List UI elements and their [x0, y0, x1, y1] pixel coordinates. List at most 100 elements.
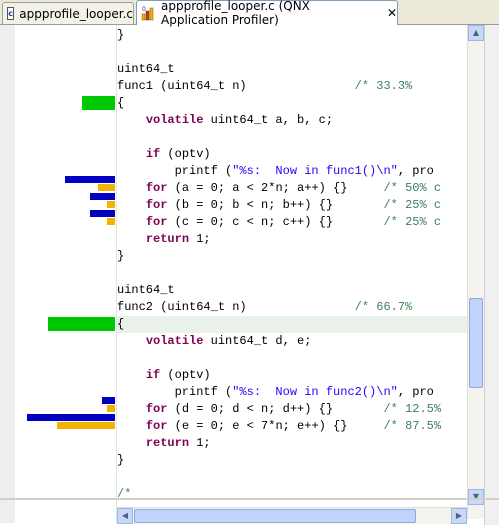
code-line[interactable]: volatile uint64_t d, e; [117, 333, 467, 350]
code-line[interactable] [117, 469, 467, 486]
code-line[interactable]: return 1; [117, 231, 467, 248]
code-token: for [145, 419, 168, 433]
horizontal-scroll-thumb[interactable] [134, 509, 416, 523]
tab-appprofile-looper-c[interactable]: c appprofile_looper.c [2, 2, 134, 24]
editor-tab-bar: c appprofile_looper.c 0 appprofile_loope… [0, 0, 499, 27]
code-token: , pro [397, 164, 434, 178]
close-tab-icon[interactable]: ✕ [387, 6, 397, 20]
vertical-scrollbar[interactable]: ▲ ▼ [467, 25, 484, 519]
code-line[interactable]: } [117, 248, 467, 265]
code-token: (a = 0; a < 2*n; a++) {} [167, 181, 384, 195]
code-line[interactable]: uint64_t [117, 282, 467, 299]
code-token: uint64_t [117, 283, 175, 297]
code-line[interactable]: for (d = 0; d < n; d++) {} /* 12.5% [117, 401, 467, 418]
profile-bar-blue [90, 210, 115, 217]
code-line[interactable]: if (optv) [117, 146, 467, 163]
code-line[interactable] [117, 350, 467, 367]
code-line[interactable] [117, 44, 467, 61]
profile-bar-yellow [98, 184, 115, 191]
code-token: return [145, 436, 190, 450]
code-token: { [117, 96, 125, 110]
code-token: volatile [145, 113, 204, 127]
code-token: 1; [189, 232, 211, 246]
code-token: uint64_t d, e; [203, 334, 312, 348]
code-token: { [117, 317, 125, 331]
scroll-right-arrow-icon[interactable]: ▶ [451, 508, 467, 524]
code-token: /* 66.7% [354, 300, 420, 314]
profile-bar-yellow [107, 405, 115, 412]
code-token: for [145, 198, 168, 212]
code-line[interactable]: for (b = 0; b < n; b++) {} /* 25% c [117, 197, 467, 214]
code-text-area[interactable]: } uint64_t func1 (uint64_t n) /* 33.3% { v… [117, 25, 467, 519]
code-token: func1 (uint64_t n) [117, 79, 355, 93]
code-line[interactable]: func2 (uint64_t n) /* 66.7% [117, 299, 467, 316]
code-token: /* 50% c [383, 181, 442, 195]
code-token: (d = 0; d < n; d++) {} [167, 402, 384, 416]
code-line[interactable]: func1 (uint64_t n) /* 33.3% [117, 78, 467, 95]
code-line[interactable]: } [117, 452, 467, 469]
code-line[interactable]: if (optv) [117, 367, 467, 384]
code-token: } [117, 453, 125, 467]
code-line[interactable] [117, 129, 467, 146]
code-line[interactable]: { [117, 316, 467, 333]
code-token: printf ( [117, 385, 233, 399]
code-line[interactable]: /* [117, 486, 467, 503]
tab-label: appprofile_looper.c [19, 6, 133, 21]
code-line[interactable]: printf ("%s: Now in func2()\n", pro [117, 384, 467, 401]
profile-bar-blue [90, 193, 115, 200]
scroll-down-arrow-icon[interactable]: ▼ [468, 489, 484, 505]
code-line[interactable]: for (c = 0; c < n; c++) {} /* 25% c [117, 214, 467, 231]
code-token: (optv) [160, 147, 211, 161]
code-token: if [145, 368, 161, 382]
code-token: /* 25% c [383, 215, 442, 229]
profile-bar-yellow [57, 422, 115, 429]
code-token: } [117, 28, 125, 42]
horizontal-scrollbar[interactable]: ◀ ▶ [117, 507, 467, 524]
code-token: /* 25% c [383, 198, 442, 212]
code-token: uint64_t [117, 62, 175, 76]
code-line[interactable]: return 1; [117, 435, 467, 452]
scroll-left-arrow-icon[interactable]: ◀ [117, 508, 133, 524]
code-token: printf ( [117, 164, 233, 178]
profile-bar-yellow [107, 218, 115, 225]
code-token: "%s: Now in func1()\n" [232, 164, 398, 178]
profile-bar-column [15, 25, 116, 523]
code-token: (e = 0; e < 7*n; e++) {} [167, 419, 384, 433]
code-line[interactable]: printf ("%s: Now in func1()\n", pro [117, 163, 467, 180]
tab-appprofile-looper-profiler[interactable]: 0 appprofile_looper.c (QNX Application P… [136, 0, 398, 27]
vertical-scroll-thumb[interactable] [469, 298, 483, 388]
code-line[interactable]: uint64_t [117, 61, 467, 78]
code-token: /* 33.3% [354, 79, 420, 93]
code-token: volatile [145, 334, 204, 348]
code-token: , pro [397, 385, 434, 399]
code-editor[interactable]: } uint64_t func1 (uint64_t n) /* 33.3% { v… [0, 25, 499, 525]
code-line[interactable] [117, 265, 467, 282]
code-token: "%s: Now in func2()\n" [232, 385, 398, 399]
scroll-up-arrow-icon[interactable]: ▲ [468, 25, 484, 41]
profile-bar-blue [102, 397, 115, 404]
code-line[interactable]: { [117, 95, 467, 112]
overview-ruler [484, 25, 499, 525]
code-token: for [145, 402, 168, 416]
profile-bar-yellow [107, 201, 115, 208]
profile-bar-green [82, 96, 115, 110]
code-line[interactable]: for (a = 0; a < 2*n; a++) {} /* 50% c [117, 180, 467, 197]
code-token: } [117, 249, 125, 263]
code-line[interactable]: volatile uint64_t a, b, c; [117, 112, 467, 129]
editor-gutter [0, 25, 16, 523]
code-token: func2 (uint64_t n) [117, 300, 355, 314]
c-file-icon: c [7, 7, 15, 20]
code-token: for [145, 181, 168, 195]
code-line[interactable]: } [117, 27, 467, 44]
code-line[interactable]: for (e = 0; e < 7*n; e++) {} /* 87.5% [117, 418, 467, 435]
